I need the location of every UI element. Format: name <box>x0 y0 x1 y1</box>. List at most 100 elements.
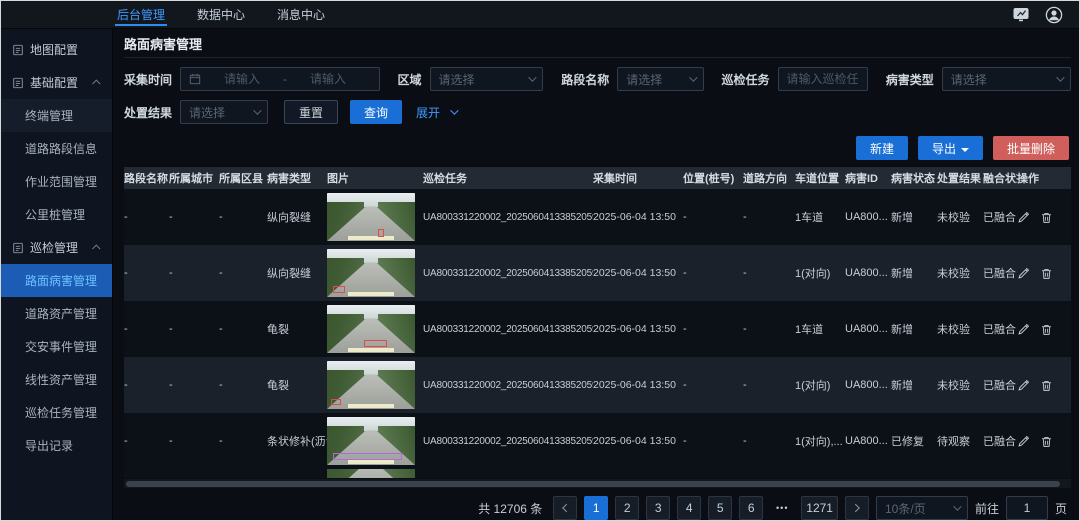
end-date-input[interactable] <box>291 72 365 86</box>
sidebar-item[interactable]: 路面病害管理 <box>1 264 112 297</box>
sidebar-item[interactable]: 道路资产管理 <box>1 297 112 330</box>
pagination: 共 12706 条 1 2 3 4 5 6 <box>124 488 1071 520</box>
total-count: 共 12706 条 <box>478 500 542 517</box>
road-photo[interactable] <box>327 305 415 353</box>
column-header: 所属区县 <box>219 170 267 186</box>
create-button[interactable]: 新建 <box>856 136 908 160</box>
sidebar-item[interactable]: 线性资产管理 <box>1 363 112 396</box>
page-button[interactable]: 1 <box>584 496 608 520</box>
table-cell: - <box>683 323 743 335</box>
page-button[interactable]: 1271 <box>801 496 838 520</box>
delete-icon[interactable] <box>1040 211 1053 224</box>
table-cell: UA800331220002_20250604133852059 <box>423 380 593 391</box>
page-button[interactable]: 3 <box>646 496 670 520</box>
export-button[interactable]: 导出 <box>918 136 983 160</box>
sidebar: 地图配置 基础配置 终端管理 <box>1 29 113 520</box>
nav-tab[interactable]: 消息中心 <box>261 1 341 28</box>
sidebar-item-label: 基础配置 <box>30 74 78 91</box>
nav-tab[interactable]: 数据中心 <box>181 1 261 28</box>
edit-icon[interactable] <box>1017 323 1030 336</box>
filter-panel: 采集时间 - 区域 请选择 路段名称 请选择 <box>124 58 1071 133</box>
sidebar-item[interactable]: 终端管理 <box>1 99 112 132</box>
road-photo[interactable] <box>327 361 415 409</box>
table-cell: - <box>743 267 795 279</box>
sidebar-item[interactable]: 导出记录 <box>1 429 112 462</box>
table-cell: - <box>683 435 743 447</box>
result-select[interactable]: 请选择 <box>180 100 268 124</box>
delete-icon[interactable] <box>1040 323 1053 336</box>
sidebar-item[interactable]: 公里桩管理 <box>1 198 112 231</box>
sidebar-item[interactable]: 基础配置 <box>1 66 112 99</box>
sidebar-item[interactable]: 道路路段信息 <box>1 132 112 165</box>
table-cell: - <box>124 323 169 335</box>
task-input[interactable] <box>787 72 859 86</box>
page-button[interactable]: 5 <box>708 496 732 520</box>
reset-button[interactable]: 重置 <box>284 100 338 124</box>
sidebar-item[interactable]: 作业范围管理 <box>1 165 112 198</box>
edit-icon[interactable] <box>1017 379 1030 392</box>
road-photo[interactable] <box>327 417 415 465</box>
search-button[interactable]: 查询 <box>350 100 402 124</box>
table-cell: 待观察 <box>937 433 983 449</box>
chevron-up-icon <box>92 244 100 252</box>
table-cell: - <box>219 379 267 391</box>
sidebar-item-label: 道路资产管理 <box>25 305 97 322</box>
top-navbar: 后台管理 数据中心 消息中心 <box>1 1 1079 29</box>
next-page-button[interactable] <box>845 496 869 520</box>
page-button[interactable]: 2 <box>615 496 639 520</box>
region-select[interactable]: 请选择 <box>430 67 544 91</box>
sidebar-item-label: 作业范围管理 <box>25 173 97 190</box>
page-size-value: 10条/页 <box>885 500 926 517</box>
task-label: 巡检任务 <box>722 71 770 88</box>
table-cell: 新增 <box>891 209 937 225</box>
scrollbar-thumb[interactable] <box>126 481 1060 487</box>
delete-icon[interactable] <box>1040 379 1053 392</box>
nav-tabs: 后台管理 数据中心 消息中心 <box>101 1 341 28</box>
table-cell: - <box>743 379 795 391</box>
page-button[interactable]: 6 <box>739 496 763 520</box>
disease-type-select[interactable]: 请选择 <box>942 67 1071 91</box>
menu-doc-icon <box>12 44 24 56</box>
page-button[interactable]: 4 <box>677 496 701 520</box>
nav-tab[interactable]: 后台管理 <box>101 1 181 28</box>
table-cell: 1(对向),... <box>795 433 845 449</box>
road-photo[interactable] <box>327 469 415 478</box>
road-photo[interactable] <box>327 193 415 241</box>
horizontal-scrollbar[interactable] <box>124 479 1071 488</box>
expand-link[interactable]: 展开 <box>416 104 456 121</box>
start-date-input[interactable] <box>205 72 279 86</box>
edit-icon[interactable] <box>1017 211 1030 224</box>
column-header: 处置结果 <box>937 170 983 186</box>
table-row: ---条状修补(沥青)UA800331220002_20250604133852… <box>124 413 1071 469</box>
table-cell: - <box>124 211 169 223</box>
road-photo[interactable] <box>327 249 415 297</box>
sidebar-item[interactable]: 交安事件管理 <box>1 330 112 363</box>
prev-page-button[interactable] <box>553 496 577 520</box>
collect-time-range[interactable]: - <box>180 67 380 91</box>
screen-monitor-icon[interactable] <box>1011 7 1031 23</box>
table-cell: UA800... <box>845 435 891 447</box>
edit-icon[interactable] <box>1017 267 1030 280</box>
table-cell: UA800331220002_20250604133852059 <box>423 268 593 279</box>
goto-page-input[interactable] <box>1006 496 1048 520</box>
sidebar-item-label: 线性资产管理 <box>25 371 97 388</box>
table-cell: - <box>124 435 169 447</box>
photo-cell <box>327 193 423 241</box>
sidebar-item[interactable]: 巡检管理 <box>1 231 112 264</box>
road-name-select[interactable]: 请选择 <box>617 67 703 91</box>
operations-cell <box>1017 323 1069 336</box>
table-cell: 已融合 <box>983 433 1017 449</box>
page-button[interactable]: ••• <box>770 496 794 520</box>
type-placeholder: 请选择 <box>951 71 987 88</box>
table-cell: 2025-06-04 13:50 <box>593 379 683 391</box>
delete-icon[interactable] <box>1040 435 1053 448</box>
page-size-select[interactable]: 10条/页 <box>876 496 968 520</box>
sidebar-item[interactable]: 地图配置 <box>1 33 112 66</box>
detection-box <box>378 229 384 238</box>
batch-delete-button[interactable]: 批量删除 <box>993 136 1069 160</box>
delete-icon[interactable] <box>1040 267 1053 280</box>
user-avatar-icon[interactable] <box>1045 6 1063 24</box>
sidebar-item[interactable]: 巡检任务管理 <box>1 396 112 429</box>
column-header: 操作 <box>1017 170 1069 186</box>
edit-icon[interactable] <box>1017 435 1030 448</box>
